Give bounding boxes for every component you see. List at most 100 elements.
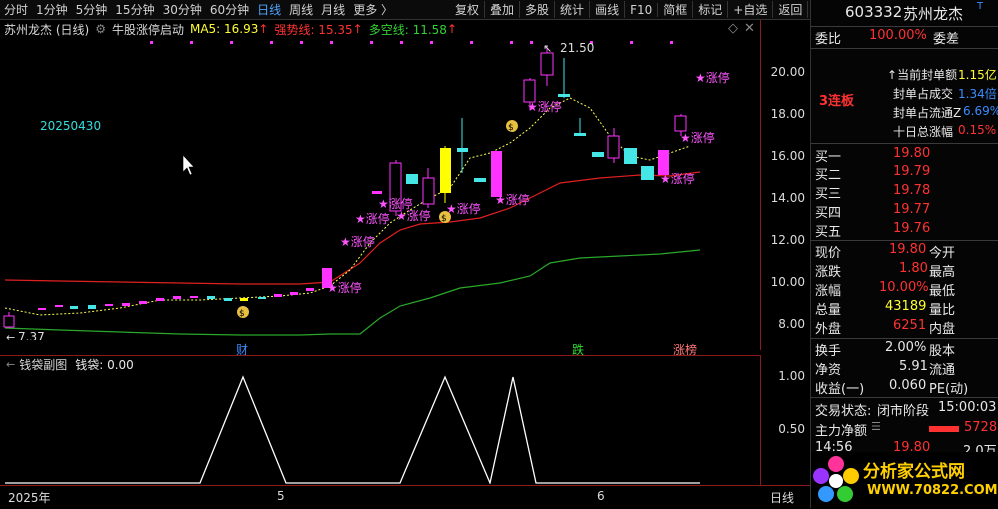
- stock-period-label: 苏州龙杰 (日线): [4, 22, 90, 37]
- period-label[interactable]: 日线: [770, 489, 794, 506]
- low-price-label: 7.37: [18, 330, 45, 340]
- buy-label: 买二: [815, 168, 842, 183]
- buy-row[interactable]: 买三 19.78: [811, 183, 998, 202]
- period-monthly[interactable]: 月线: [317, 1, 349, 18]
- watermark-logo: 分析家公式网 WWW.70822.COM: [811, 452, 998, 508]
- buy-label: 买三: [815, 187, 842, 202]
- main-net-row[interactable]: 主力净额 ☰ 5728: [811, 420, 998, 439]
- chevron-left-icon[interactable]: ←: [6, 358, 15, 371]
- seal-row: 封单占成交 1.34倍: [811, 85, 998, 104]
- candle: [190, 296, 198, 298]
- quote-row: 涨跌 1.80 最高: [815, 261, 956, 280]
- candle: [105, 304, 113, 306]
- overlay-button[interactable]: 叠加: [485, 1, 521, 18]
- gear-icon[interactable]: ⚙: [95, 22, 106, 36]
- mark-button[interactable]: 标记: [693, 1, 729, 18]
- candle: [139, 301, 147, 304]
- candle: [88, 305, 96, 309]
- candle: [258, 297, 266, 299]
- tick-row: 14:56 19.80 2.0万: [815, 440, 997, 452]
- period-daily[interactable]: 日线: [253, 1, 285, 18]
- period-more[interactable]: 更多 〉: [349, 1, 397, 18]
- limit-up-label: ★涨停: [355, 211, 390, 226]
- back-button[interactable]: 返回: [773, 1, 809, 18]
- buy-row[interactable]: 买五 19.76: [811, 221, 998, 240]
- main-net-bar: [929, 426, 959, 432]
- info-icon[interactable]: T: [977, 1, 983, 12]
- stats-button[interactable]: 统计: [555, 1, 591, 18]
- f10-button[interactable]: F10: [625, 2, 659, 17]
- high-price-label: 21.50: [560, 41, 594, 55]
- quote-row: 外盘 6251 内盘: [815, 318, 956, 337]
- fuquan-button[interactable]: 复权: [450, 1, 486, 18]
- candle: [491, 151, 502, 197]
- multi-stock-button[interactable]: 多股: [520, 1, 556, 18]
- indicator-name[interactable]: 牛股涨停启动: [112, 21, 184, 38]
- watermark-title: 分析家公式网: [863, 462, 965, 482]
- sub-chart-value: 钱袋: 0.00: [75, 357, 134, 372]
- price-tick: 14.00: [770, 191, 805, 205]
- buy-row[interactable]: 买一 19.80: [811, 146, 998, 165]
- low-arrow-icon: ←: [6, 331, 15, 340]
- seal-label: 封单占流通Z: [893, 106, 962, 120]
- money-bag-series-line: [5, 375, 700, 484]
- candle: [440, 146, 451, 203]
- simple-frame-button[interactable]: 简框: [658, 1, 694, 18]
- candle: [406, 174, 418, 184]
- period-1min[interactable]: 1分钟: [32, 1, 72, 18]
- seal-value: 1.15亿: [958, 68, 997, 82]
- action-menu: 复权 叠加 多股 统计 画线 F10 简框 标记 +自选 返回: [450, 0, 809, 19]
- sub-chart-title[interactable]: 钱袋副图: [19, 356, 67, 373]
- weibi-value: 100.00%: [869, 28, 927, 43]
- money-bag-icon: $: [506, 120, 518, 133]
- candle: [156, 298, 164, 301]
- add-watchlist-button[interactable]: +自选: [728, 1, 774, 18]
- limit-up-label: ★涨停: [527, 99, 562, 114]
- candle: [624, 148, 637, 164]
- period-menu: 分时 1分钟 5分钟 15分钟 30分钟 60分钟 日线 周线 月线 更多 〉: [0, 0, 397, 19]
- mouse-cursor-icon: [182, 154, 195, 176]
- date-label-year: 2025年: [8, 491, 51, 505]
- candle: [122, 303, 130, 306]
- date-annotation: 20250430: [40, 119, 101, 133]
- price-tick: 10.00: [770, 275, 805, 289]
- sub-tick: 1.00: [778, 369, 805, 383]
- buy-label: 买四: [815, 206, 842, 221]
- seal-row: 十日总涨幅 0.15%: [811, 123, 998, 142]
- buy-row[interactable]: 买二 19.79: [811, 164, 998, 183]
- svg-text:$: $: [441, 214, 447, 224]
- money-bag-subchart[interactable]: [0, 372, 760, 484]
- seal-label: 十日总涨幅: [893, 125, 954, 139]
- date-label-june: 6: [597, 489, 605, 503]
- candle: [607, 128, 620, 163]
- svg-text:$: $: [508, 123, 514, 133]
- price-tick: 16.00: [770, 149, 805, 163]
- weibi-label: 委比: [815, 32, 842, 47]
- kline-chart[interactable]: ★涨停 ★涨停 ★涨停 ★涨停 ★涨停 ★涨停 ★涨停 ★涨停 ★涨停 ★涨停 …: [0, 38, 760, 340]
- quote-row: 总量 43189 量比: [815, 299, 956, 318]
- buy-row[interactable]: 买四 19.77: [811, 202, 998, 221]
- price-tick: 20.00: [770, 65, 805, 79]
- seal-value: 6.69%: [963, 104, 998, 118]
- watermark-url: WWW.70822.COM: [867, 483, 998, 498]
- up-arrow-icon: ↑: [446, 22, 458, 36]
- draw-line-button[interactable]: 画线: [590, 1, 626, 18]
- period-5min[interactable]: 5分钟: [72, 1, 112, 18]
- close-icon[interactable]: ✕: [744, 21, 755, 36]
- period-15min[interactable]: 15分钟: [111, 1, 158, 18]
- candle: [240, 298, 248, 301]
- candle: [306, 288, 314, 291]
- list-icon[interactable]: ☰: [871, 420, 881, 433]
- limit-up-label: ★涨停: [340, 234, 375, 249]
- date-axis: 2025年 5 6 日线: [0, 485, 810, 509]
- stock-code: 603332: [845, 3, 903, 21]
- candle: [558, 58, 570, 98]
- collapse-icon[interactable]: ◇: [728, 21, 738, 36]
- period-60min[interactable]: 60分钟: [206, 1, 253, 18]
- limit-up-label: ★涨停: [680, 130, 715, 145]
- period-30min[interactable]: 30分钟: [159, 1, 206, 18]
- period-fenshi[interactable]: 分时: [0, 1, 32, 18]
- period-weekly[interactable]: 周线: [285, 1, 317, 18]
- candle: [372, 191, 382, 194]
- period-toolbar: 分时 1分钟 5分钟 15分钟 30分钟 60分钟 日线 周线 月线 更多 〉 …: [0, 0, 810, 20]
